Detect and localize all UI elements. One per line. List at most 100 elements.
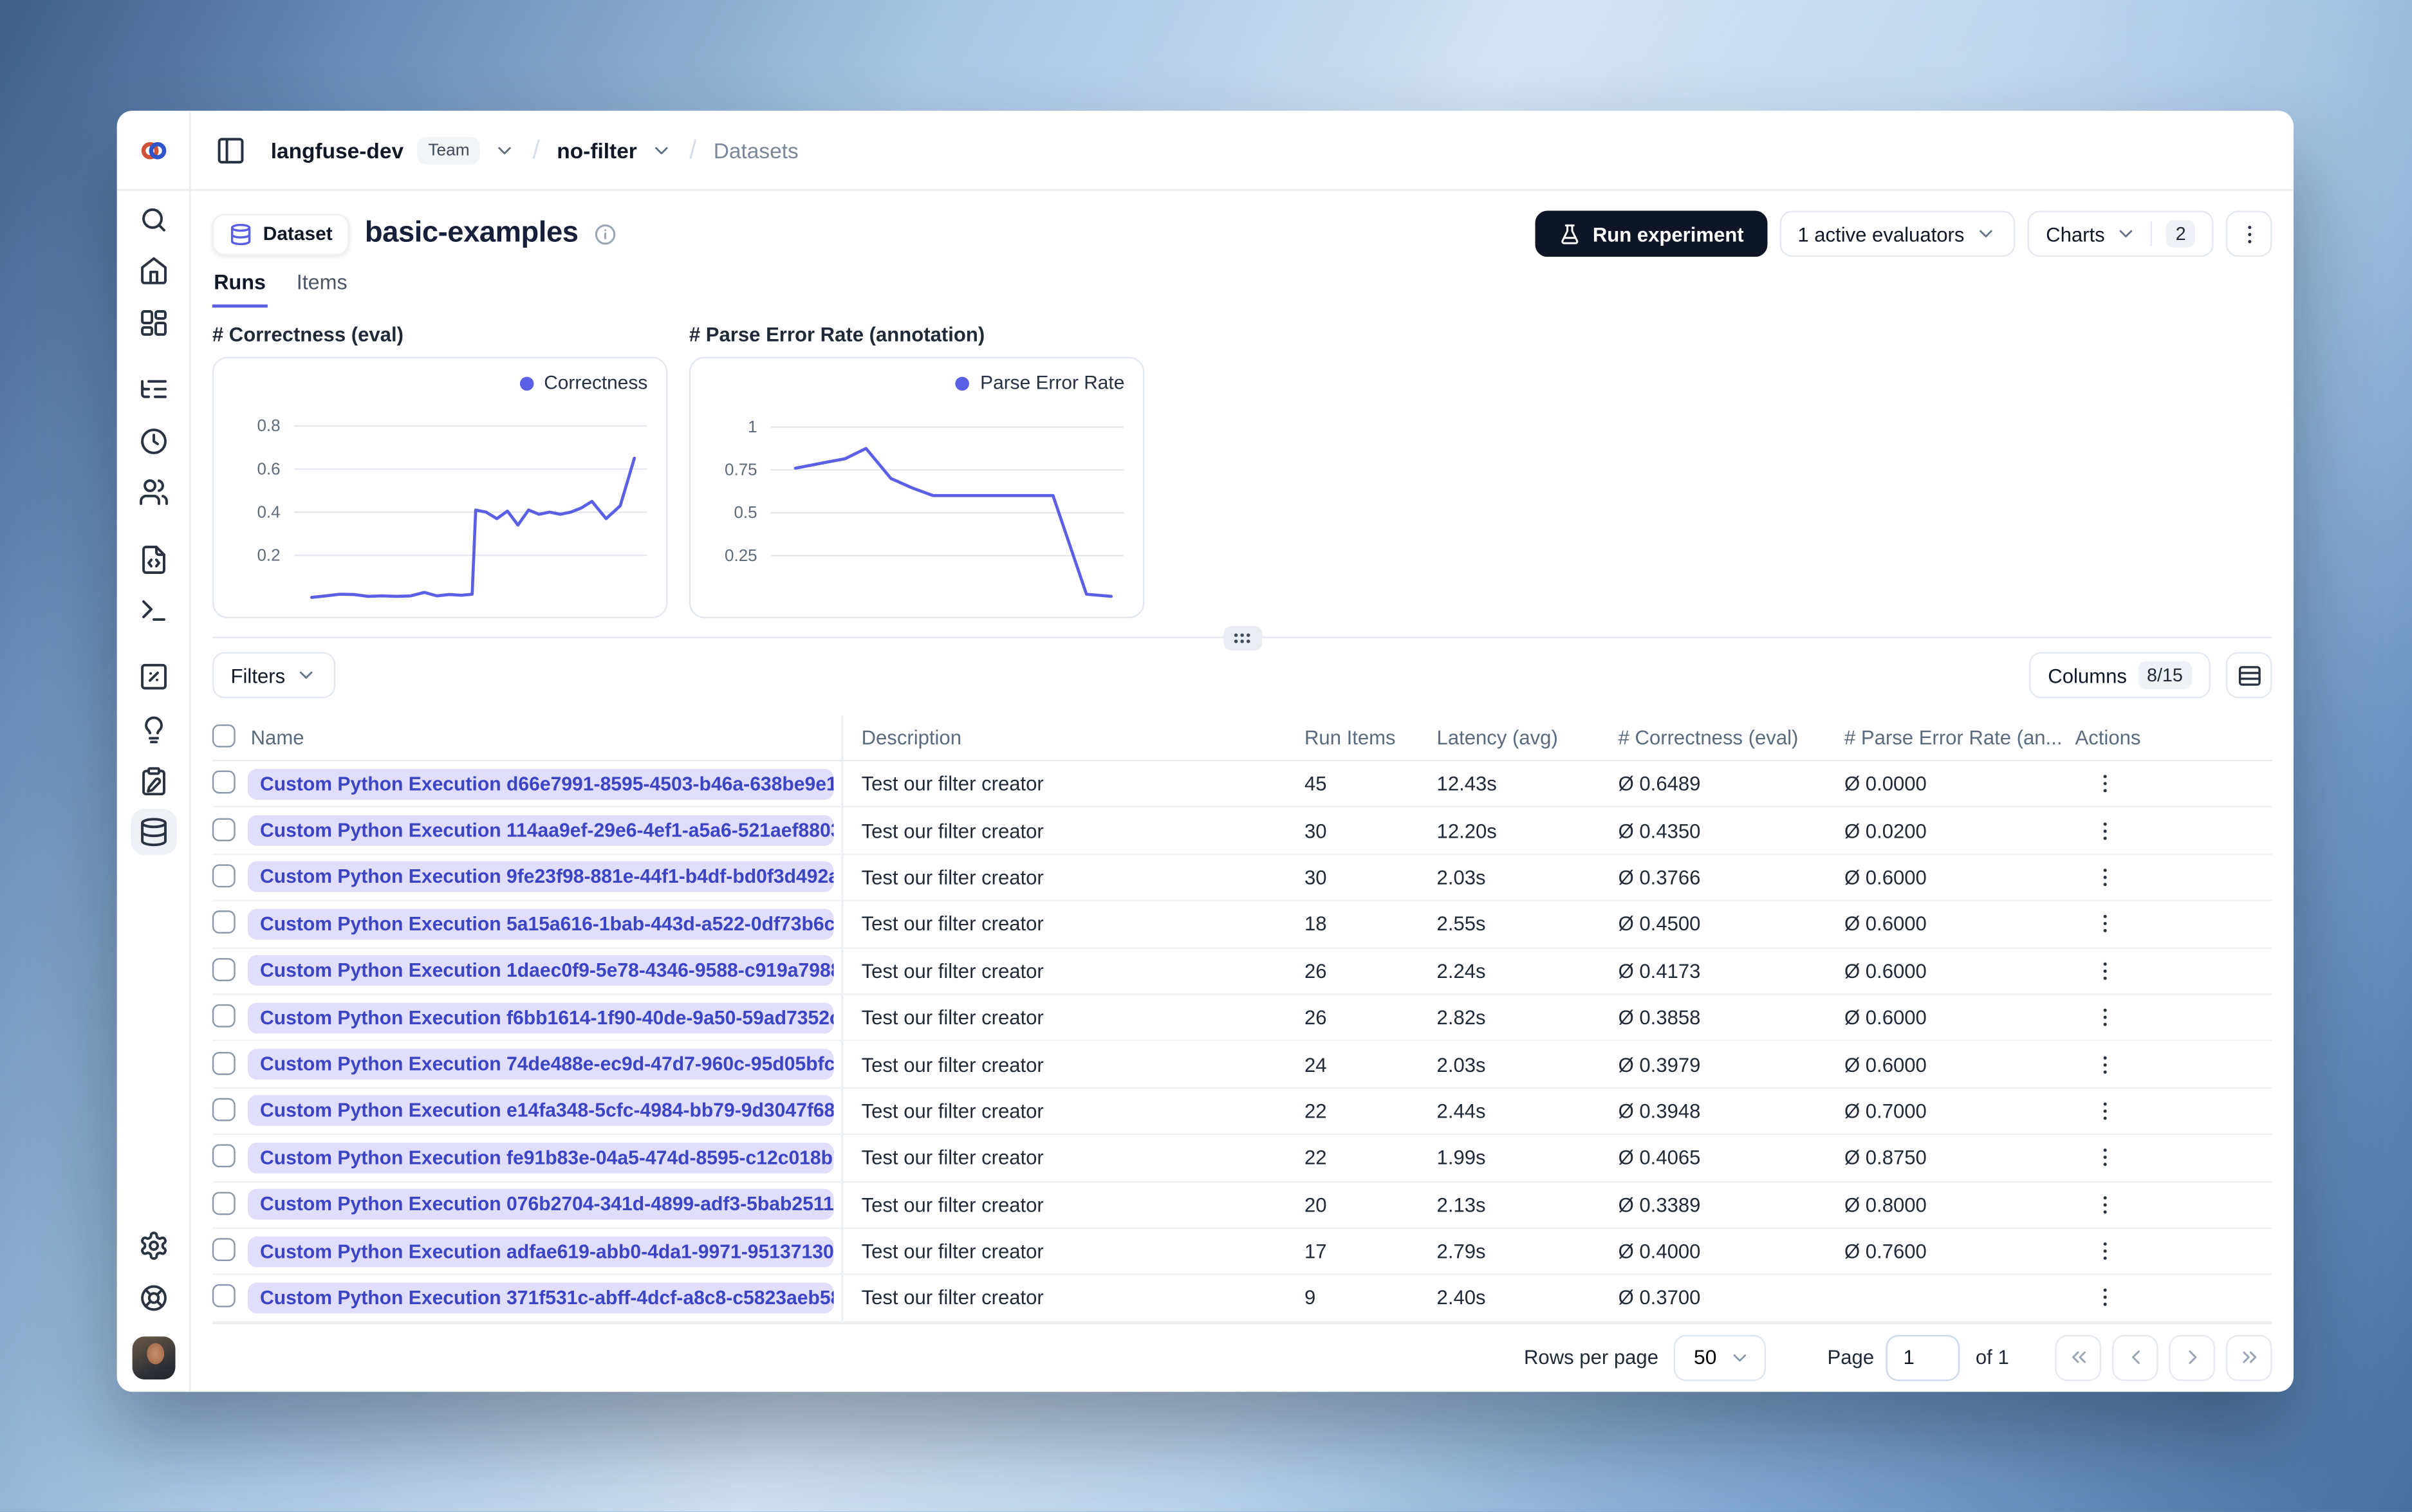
row-actions-button[interactable] <box>2092 1285 2119 1311</box>
run-name-link[interactable]: Custom Python Execution 9fe23f98-881e-44… <box>247 862 834 893</box>
row-checkbox[interactable] <box>212 1098 236 1121</box>
column-header-run-items[interactable]: Run Items <box>1303 726 1436 749</box>
column-header-parse-error-rate[interactable]: # Parse Error Rate (an... <box>1843 726 2074 749</box>
run-name-link[interactable]: Custom Python Execution 114aa9ef-29e6-4e… <box>247 815 834 846</box>
dashboard-icon[interactable] <box>138 308 169 338</box>
select-all-checkbox[interactable] <box>212 724 236 748</box>
run-name-link[interactable]: Custom Python Execution 5a15a616-1bab-44… <box>247 908 834 940</box>
column-header-description[interactable]: Description <box>843 726 1303 749</box>
row-checkbox[interactable] <box>212 957 236 981</box>
previous-page-button[interactable] <box>2111 1334 2158 1381</box>
datasets-database-icon[interactable] <box>129 809 176 856</box>
table-row: Custom Python Execution 5a15a616-1bab-44… <box>212 901 2272 948</box>
run-name-link[interactable]: Custom Python Execution 371f531c-abff-4d… <box>247 1282 834 1314</box>
table-row: Custom Python Execution 114aa9ef-29e6-4e… <box>212 807 2272 855</box>
cell-latency: 1.99s <box>1436 1146 1486 1170</box>
column-header-latency[interactable]: Latency (avg) <box>1435 726 1617 749</box>
user-avatar[interactable] <box>131 1336 175 1380</box>
sessions-clock-icon[interactable] <box>138 426 169 457</box>
last-page-button[interactable] <box>2225 1334 2272 1381</box>
row-checkbox[interactable] <box>212 1145 236 1168</box>
playground-terminal-icon[interactable] <box>138 595 169 626</box>
tab-runs[interactable]: Runs <box>212 271 268 308</box>
breadcrumb-project[interactable]: no-filter <box>557 138 637 162</box>
row-actions-button[interactable] <box>2092 818 2119 844</box>
row-actions-button[interactable] <box>2092 911 2119 937</box>
breadcrumb-section[interactable]: Datasets <box>714 138 799 162</box>
support-lifebuoy-icon[interactable] <box>138 1283 169 1314</box>
project-chevron-down-icon[interactable] <box>651 139 672 160</box>
evaluators-dropdown-button[interactable]: 1 active evaluators <box>1779 210 2016 257</box>
cell-latency: 2.82s <box>1436 1006 1486 1029</box>
cell-parse-error-rate: Ø 0.6000 <box>1844 865 1927 889</box>
langfuse-logo-icon[interactable] <box>136 133 171 167</box>
more-actions-button[interactable] <box>2225 210 2272 257</box>
button-divider <box>2151 221 2153 246</box>
row-checkbox[interactable] <box>212 1285 236 1308</box>
prompts-file-code-icon[interactable] <box>138 544 169 575</box>
charts-dropdown-button[interactable]: Charts 2 <box>2027 210 2214 257</box>
row-actions-button[interactable] <box>2092 771 2119 797</box>
first-page-button[interactable] <box>2055 1334 2102 1381</box>
breadcrumb-org[interactable]: langfuse-dev <box>271 138 404 162</box>
tracing-tree-icon[interactable] <box>138 374 169 405</box>
row-checkbox[interactable] <box>212 864 236 888</box>
org-chevron-down-icon[interactable] <box>494 139 515 160</box>
row-height-button[interactable] <box>2225 652 2272 699</box>
run-name-link[interactable]: Custom Python Execution fe91b83e-04a5-47… <box>247 1142 834 1174</box>
row-actions-button[interactable] <box>2092 1192 2119 1218</box>
resize-grip-handle[interactable] <box>1223 625 1262 651</box>
sidebar-toggle-button[interactable] <box>216 134 246 165</box>
row-actions-button[interactable] <box>2092 864 2119 890</box>
run-name-link[interactable]: Custom Python Execution f6bb1614-1f90-40… <box>247 1002 834 1033</box>
page-number-input[interactable] <box>1886 1334 1960 1381</box>
search-icon[interactable] <box>138 205 169 235</box>
run-name-link[interactable]: Custom Python Execution adfae619-abb0-4d… <box>247 1235 834 1267</box>
row-checkbox[interactable] <box>212 1004 236 1028</box>
columns-button[interactable]: Columns 8/15 <box>2029 652 2211 699</box>
users-icon[interactable] <box>138 477 169 508</box>
row-checkbox[interactable] <box>212 817 236 841</box>
row-actions-button[interactable] <box>2092 958 2119 984</box>
chevron-left-icon <box>2131 1351 2139 1365</box>
line-chart: 0.2 0.4 0.6 0.8 <box>257 416 647 599</box>
run-name-link[interactable]: Custom Python Execution 74de488e-ec9d-47… <box>247 1049 834 1080</box>
next-page-button[interactable] <box>2169 1334 2216 1381</box>
row-checkbox[interactable] <box>212 1051 236 1074</box>
row-checkbox[interactable] <box>212 910 236 934</box>
row-actions-button[interactable] <box>2092 1004 2119 1031</box>
home-icon[interactable] <box>138 255 169 286</box>
column-header-correctness[interactable]: # Correctness (eval) <box>1617 726 1842 749</box>
row-actions-button[interactable] <box>2092 1051 2119 1078</box>
flask-icon <box>1562 223 1579 244</box>
entity-badge-label: Dataset <box>263 223 333 245</box>
table-row: Custom Python Execution fe91b83e-04a5-47… <box>212 1135 2272 1182</box>
run-name-link[interactable]: Custom Python Execution 076b2704-341d-48… <box>247 1189 834 1220</box>
run-name-link[interactable]: Custom Python Execution e14fa348-5cfc-49… <box>247 1095 834 1127</box>
cell-latency: 2.03s <box>1436 1053 1486 1076</box>
evaluators-lightbulb-icon[interactable] <box>138 715 169 746</box>
row-actions-button[interactable] <box>2092 1145 2119 1171</box>
row-actions-button[interactable] <box>2092 1098 2119 1124</box>
row-actions-button[interactable] <box>2092 1238 2119 1264</box>
row-checkbox[interactable] <box>212 770 236 794</box>
info-icon[interactable] <box>593 222 617 245</box>
run-name-link[interactable]: Custom Python Execution d66e7991-8595-45… <box>247 768 834 800</box>
row-checkbox[interactable] <box>212 1238 236 1262</box>
table-row: Custom Python Execution 371f531c-abff-4d… <box>212 1275 2272 1322</box>
pagination-nav <box>2055 1334 2272 1381</box>
row-checkbox[interactable] <box>212 1191 236 1215</box>
run-experiment-button[interactable]: Run experiment <box>1535 210 1767 257</box>
rows-per-page-select[interactable]: 50 <box>1673 1334 1766 1381</box>
run-name-link[interactable]: Custom Python Execution 1daec0f9-5e78-43… <box>247 955 834 986</box>
annotation-clipboard-icon[interactable] <box>138 766 169 797</box>
tab-items[interactable]: Items <box>295 271 349 308</box>
line-chart: 0.25 0.5 0.75 1 <box>725 417 1124 598</box>
chart-correctness: # Correctness (eval) 0.2 0.4 0.6 0.8 Correc… <box>212 323 668 618</box>
column-header-name[interactable]: Name <box>248 715 843 760</box>
settings-gear-icon[interactable] <box>138 1230 169 1261</box>
filters-button[interactable]: Filters <box>212 652 337 699</box>
table-row: Custom Python Execution 076b2704-341d-48… <box>212 1181 2272 1229</box>
sidebar <box>117 190 191 1392</box>
scores-percent-icon[interactable] <box>138 661 169 692</box>
